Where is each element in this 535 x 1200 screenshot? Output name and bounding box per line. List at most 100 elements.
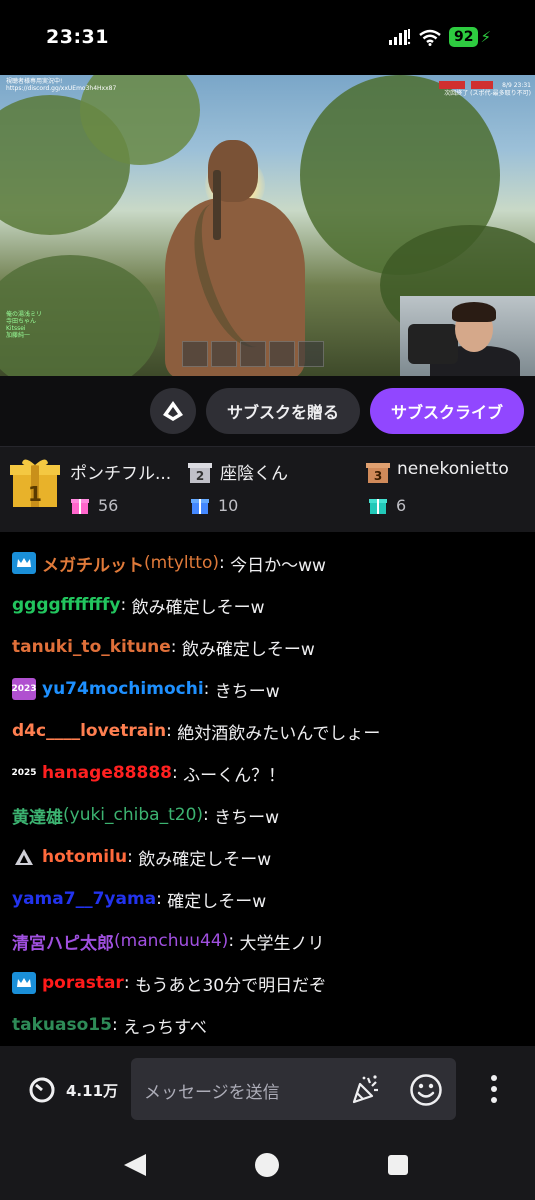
stream-overlay-url: https://discord.gg/xxUEmo3h4Hxx87 <box>6 85 117 92</box>
emoji-icon[interactable] <box>409 1073 443 1107</box>
svg-text:2: 2 <box>196 469 204 483</box>
charging-icon: ⚡ <box>480 28 491 46</box>
more-options-icon[interactable] <box>490 1074 498 1104</box>
streamer-webcam <box>400 296 535 376</box>
chat-message[interactable]: d4c____lovetrain : 絶対酒飲みたいんでしょー <box>12 717 380 745</box>
chat-text: えっちすべ <box>123 1017 207 1038</box>
crown-badge-icon <box>12 552 36 574</box>
chat-username[interactable]: hanage88888 <box>42 763 172 783</box>
wifi-icon <box>419 29 441 46</box>
leaderboard-name: nenekonietto <box>397 459 509 479</box>
chat-text: 飲み確定しそーw <box>181 639 315 660</box>
chat-text: 飲み確定しそーw <box>131 597 265 618</box>
chat-login: (mtyltto) <box>144 553 220 573</box>
chat-text: 飲み確定しそーw <box>138 849 272 870</box>
chat-input-placeholder: メッセージを送信 <box>144 1083 280 1103</box>
chat-text: 今日か〜ww <box>230 555 326 576</box>
stream-overlay-note: 次回終了 (スポ代-最多取り不可) <box>444 90 531 97</box>
recent-apps-icon[interactable] <box>388 1155 408 1175</box>
stream-overlay-datetime: 8/9 23:31 <box>502 82 531 89</box>
viewer-count-label: 4.11万 <box>66 1081 119 1100</box>
viewer-count[interactable]: 4.11万 <box>28 1076 118 1104</box>
home-icon[interactable] <box>255 1153 279 1177</box>
chat-message[interactable]: 黄達雄 (yuki_chiba_t20) : きちーw <box>12 801 279 829</box>
rec-badge <box>439 81 465 89</box>
weapon-sprite <box>213 170 221 240</box>
viewers-ring-icon <box>29 1077 55 1103</box>
leaderboard-count: 10 <box>218 495 239 515</box>
gift-leaderboard: 1 ポンチフル... 56 2 座陰くん 10 3 nenekonietto 6 <box>0 446 535 532</box>
chat-login: (yuki_chiba_t20) <box>63 805 204 825</box>
party-popper-icon[interactable] <box>350 1074 382 1104</box>
chat-text: きちーw <box>214 681 280 702</box>
rank-2-gift-icon: 2 <box>188 463 212 483</box>
stream-overlay-list: 俺の湯浅ミリ 寺田ちゃん Kitssei 加藤純一 <box>6 311 43 339</box>
rank-1-gift-icon: 1 <box>10 459 60 507</box>
chat-message[interactable]: 清宮ハピ太郎 (manchuu44) : 大学生ノリ <box>12 927 324 955</box>
chat-text: ふーくん？！ <box>183 765 286 786</box>
leaderboard-entry-2[interactable]: 2 座陰くん 10 <box>188 457 358 523</box>
chat-list[interactable]: メガチルット (mtyltto) : 今日か〜ww ggggfffffffy :… <box>0 532 535 1046</box>
svg-text:1: 1 <box>28 482 42 506</box>
chat-message[interactable]: メガチルット (mtyltto) : 今日か〜ww <box>12 549 326 577</box>
stream-overlay-title: 視聴者様専用実況中! <box>6 78 63 85</box>
chat-login: (manchuu44) <box>114 931 229 951</box>
live-badge <box>471 81 493 89</box>
chat-username[interactable]: yu74mochimochi <box>42 679 204 699</box>
signal-icon <box>388 29 411 45</box>
gift-icon <box>71 499 89 514</box>
system-nav-bar <box>0 1130 535 1200</box>
svg-text:3: 3 <box>374 469 382 483</box>
gift-sub-button[interactable]: サブスクを贈る <box>206 388 360 434</box>
chat-username[interactable]: yama7__7yama <box>12 889 156 909</box>
chat-text: きちーw <box>214 807 280 828</box>
status-bar: 23:31 92 ⚡ <box>0 0 535 75</box>
back-icon[interactable] <box>122 1152 148 1178</box>
gift-icon <box>191 499 209 514</box>
chat-message[interactable]: takuaso15 : えっちすべ <box>12 1011 207 1039</box>
chat-text: 大学生ノリ <box>239 933 325 954</box>
chat-text: 絶対酒飲みたいんでしょー <box>177 723 381 744</box>
chat-message[interactable]: 2025 hanage88888 : ふーくん？！ <box>11 759 286 787</box>
chat-message[interactable]: 2023 yu74mochimochi : きちーw <box>11 675 280 703</box>
anniversary-badge-icon: 2025 <box>11 762 37 784</box>
prime-badge-icon <box>12 846 36 868</box>
subscribe-button[interactable]: サブスクライブ <box>370 388 524 434</box>
battery-indicator: 92 <box>448 27 479 47</box>
prime-button[interactable] <box>150 388 196 434</box>
leaderboard-entry-1[interactable]: 1 ポンチフル... 56 <box>10 457 185 523</box>
chat-text: もうあと30分で明日だぞ <box>134 975 327 996</box>
chat-message[interactable]: yama7__7yama : 確定しそーw <box>12 885 266 913</box>
leaderboard-entry-3[interactable]: 3 nenekonietto 6 <box>366 457 531 523</box>
game-character <box>160 130 310 376</box>
chat-username[interactable]: porastar <box>42 973 124 993</box>
leaderboard-name: 座陰くん <box>220 464 288 484</box>
chat-username[interactable]: 清宮ハピ太郎 <box>12 929 114 954</box>
rank-3-gift-icon: 3 <box>366 463 390 483</box>
chat-username[interactable]: takuaso15 <box>12 1015 112 1035</box>
status-time: 23:31 <box>46 26 109 48</box>
leaderboard-count: 56 <box>98 495 119 515</box>
chat-message[interactable]: hotomilu : 飲み確定しそーw <box>12 843 271 871</box>
chat-input-bar: 4.11万 メッセージを送信 <box>0 1046 535 1130</box>
chat-username[interactable]: tanuki_to_kitune <box>12 637 171 657</box>
chat-message[interactable]: tanuki_to_kitune : 飲み確定しそーw <box>12 633 315 661</box>
chat-username[interactable]: hotomilu <box>42 847 127 867</box>
crown-badge-icon <box>12 972 36 994</box>
chat-username[interactable]: ggggfffffffy <box>12 595 120 615</box>
status-icons: 92 ⚡ <box>388 27 491 47</box>
video-player[interactable]: 視聴者様専用実況中! https://discord.gg/xxUEmo3h4H… <box>0 75 535 376</box>
gift-icon <box>369 499 387 514</box>
game-hotbar <box>182 341 324 367</box>
leaderboard-count: 6 <box>396 495 407 515</box>
chat-text: 確定しそーw <box>167 891 267 912</box>
chat-username[interactable]: 黄達雄 <box>12 803 63 828</box>
chat-username[interactable]: d4c____lovetrain <box>12 721 166 741</box>
action-bar: サブスクを贈る サブスクライブ <box>0 376 535 446</box>
chat-username[interactable]: メガチルット <box>42 551 144 576</box>
anniversary-badge-icon: 2023 <box>11 678 37 700</box>
chat-message[interactable]: porastar : もうあと30分で明日だぞ <box>12 969 326 997</box>
leaderboard-name: ポンチフル... <box>70 464 172 484</box>
prime-crown-icon <box>163 401 183 421</box>
chat-message[interactable]: ggggfffffffy : 飲み確定しそーw <box>12 591 265 619</box>
